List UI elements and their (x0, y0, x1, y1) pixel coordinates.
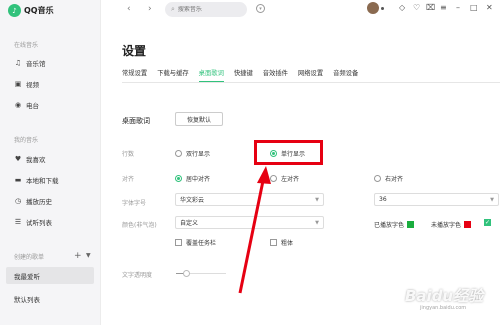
mail-icon[interactable]: ⌧ (426, 3, 435, 12)
qq-music-logo-icon: ♪ (8, 4, 21, 17)
sidebar: ♪ QQ音乐 在线音乐 ♫ 音乐馆 ▣ 视频 ◉ 电台 我的音乐 ♥ 我喜欢 ▬… (0, 0, 101, 325)
radio-align-center[interactable]: 居中对齐 (175, 174, 210, 183)
radio-align-right[interactable]: 右对齐 (374, 174, 403, 183)
tabs-divider (122, 82, 500, 83)
restore-defaults-button[interactable]: 恢复默认 (175, 112, 223, 126)
sidebar-item-favorites[interactable]: ♥ 我喜欢 (14, 154, 46, 164)
tab-network[interactable]: 网络设置 (298, 68, 323, 82)
cover-taskbar-checkbox[interactable]: 覆盖任务栏 (175, 238, 216, 247)
avatar[interactable] (367, 2, 379, 14)
color-label: 颜色(非气泡) (122, 222, 157, 229)
tab-download-cache[interactable]: 下载与缓存 (157, 68, 188, 82)
sidebar-section-online: 在线音乐 (14, 42, 39, 49)
tab-shortcuts[interactable]: 快捷键 (234, 68, 253, 82)
sidebar-item-local-download[interactable]: ▬ 本地和下载 (14, 175, 59, 185)
skin-icon[interactable]: ♡ (413, 3, 420, 12)
tab-audio-plugins[interactable]: 音效插件 (263, 68, 288, 82)
radio-double-line[interactable]: 双行显示 (175, 149, 210, 158)
sidebar-section-created: 创建的歌单 (14, 254, 45, 261)
minimize-icon[interactable]: – (456, 3, 460, 12)
tab-audio-device[interactable]: 音频设备 (333, 68, 358, 82)
opacity-label: 文字透明度 (122, 272, 153, 279)
unplayed-color-swatch[interactable]: 未播放字色 (431, 220, 472, 229)
heart-icon: ♥ (14, 155, 22, 163)
app-logo: ♪ QQ音乐 (8, 4, 54, 17)
add-playlist-icon[interactable]: + (74, 251, 82, 261)
chevron-down-icon: ▼ (315, 220, 319, 226)
color-select[interactable]: 自定义 ▼ (175, 216, 324, 229)
chevron-down-icon: ▼ (315, 197, 319, 203)
settings-panel: 设置 常规设置 下载与缓存 桌面歌词 快捷键 音效插件 网络设置 音频设备 桌面… (101, 22, 500, 325)
opacity-slider[interactable] (176, 270, 226, 277)
radio-icon: ◉ (14, 101, 22, 109)
video-icon: ▣ (14, 80, 22, 88)
app-name: QQ音乐 (24, 6, 54, 15)
font-select[interactable]: 华文彩云 ▼ (175, 193, 324, 206)
playlist-icon: ☰ (14, 218, 22, 226)
played-color-square (407, 221, 415, 228)
font-size-select[interactable]: 36 ▼ (374, 193, 499, 206)
align-label: 对齐 (122, 176, 135, 183)
search-box[interactable]: ⌕ (165, 2, 247, 17)
sidebar-item-trial-list[interactable]: ☰ 试听列表 (14, 217, 52, 227)
radio-circle (175, 150, 182, 157)
highlight-box (254, 140, 323, 165)
page-title: 设置 (122, 44, 147, 58)
watermark-sub: jingyan.baidu.com (420, 305, 467, 311)
sidebar-item-my-favorite-list[interactable]: 我最爱听 (6, 267, 94, 284)
watermark: Baidu经验 (405, 287, 484, 305)
tab-desktop-lyrics[interactable]: 桌面歌词 (198, 68, 224, 82)
sidebar-item-video[interactable]: ▣ 视频 (14, 79, 39, 89)
voice-search-icon[interactable]: ▾ (256, 4, 265, 13)
chevron-down-icon[interactable]: ▼ (86, 252, 91, 259)
section-title: 桌面歌词 (122, 117, 150, 125)
diamond-icon[interactable]: ◇ (399, 3, 405, 12)
music-note-icon: ♫ (14, 59, 22, 67)
settings-icon[interactable]: ≡ (440, 3, 447, 12)
font-label: 字体字号 (122, 200, 147, 207)
radio-circle (175, 175, 182, 182)
opacity-slider-knob[interactable] (183, 270, 190, 277)
radio-align-left[interactable]: 左对齐 (270, 174, 299, 183)
maximize-icon[interactable]: □ (470, 3, 478, 12)
checkbox-box (270, 239, 277, 246)
chevron-down-icon: ▼ (490, 197, 494, 203)
radio-circle (374, 175, 381, 182)
bold-checkbox[interactable]: 粗体 (270, 238, 293, 247)
settings-tabs: 常规设置 下载与缓存 桌面歌词 快捷键 音效插件 网络设置 音频设备 (122, 68, 368, 82)
computer-icon: ▬ (14, 176, 22, 184)
sidebar-item-radio[interactable]: ◉ 电台 (14, 100, 39, 110)
radio-circle (270, 175, 277, 182)
forward-arrow-icon[interactable]: › (148, 4, 152, 14)
avatar-status-dot (381, 7, 384, 10)
tab-general[interactable]: 常规设置 (122, 68, 147, 82)
sidebar-section-mine: 我的音乐 (14, 137, 39, 144)
search-icon: ⌕ (171, 5, 175, 13)
close-icon[interactable]: ✕ (486, 3, 493, 12)
history-icon: ◷ (14, 197, 22, 205)
sidebar-item-history[interactable]: ◷ 播放历史 (14, 196, 52, 206)
sidebar-item-default-list[interactable]: 默认列表 (14, 294, 40, 304)
sidebar-item-music-hall[interactable]: ♫ 音乐馆 (14, 58, 46, 68)
search-input[interactable] (177, 6, 238, 13)
played-color-swatch[interactable]: 已播放字色 (374, 220, 415, 229)
back-arrow-icon[interactable]: ‹ (127, 4, 131, 14)
unplayed-color-square (464, 221, 472, 228)
checkmark-icon[interactable]: ✓ (484, 219, 491, 226)
lines-label: 行数 (122, 151, 135, 158)
checkbox-box (175, 239, 182, 246)
